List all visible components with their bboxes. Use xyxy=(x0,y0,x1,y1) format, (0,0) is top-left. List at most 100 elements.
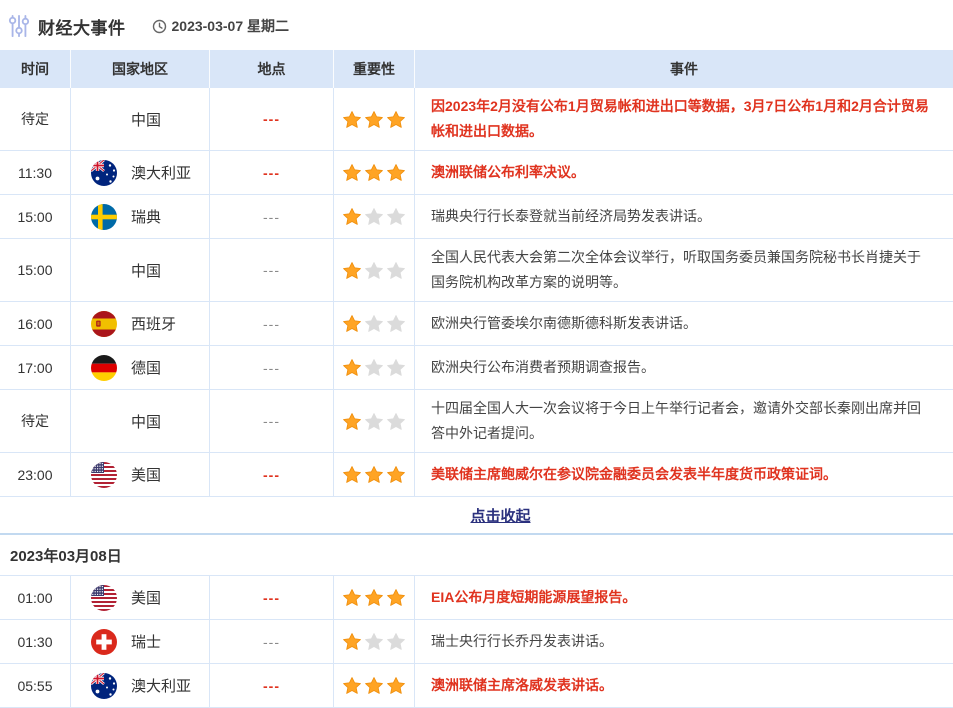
event-country: 中国 xyxy=(71,239,210,301)
event-description: 全国人民代表大会第二次全体会议举行，听取国务委员兼国务院秘书长肖捷关于国务院机构… xyxy=(415,239,953,301)
event-location: --- xyxy=(210,346,334,389)
star-filled-icon xyxy=(343,262,361,279)
event-row: 05:55 澳大利亚 --- 澳洲联储主席洛威发表讲话。 xyxy=(0,664,953,708)
event-time: 待定 xyxy=(0,88,71,150)
country-name: 美国 xyxy=(131,587,161,608)
event-time: 15:00 xyxy=(0,239,71,301)
event-row: 01:30 瑞士 --- 瑞士央行行长乔丹发表讲话。 xyxy=(0,620,953,664)
country-name: 瑞士 xyxy=(131,631,161,652)
event-location: --- xyxy=(210,239,334,301)
star-empty-icon xyxy=(387,315,405,332)
event-row: 16:00西班牙---欧洲央行管委埃尔南德斯德科斯发表讲话。 xyxy=(0,302,953,346)
section-date-title: 2023年03月08日 xyxy=(0,535,953,576)
star-filled-icon xyxy=(343,677,361,694)
event-time: 01:30 xyxy=(0,620,71,663)
event-row: 17:00 德国 --- 欧洲央行公布消费者预期调查报告。 xyxy=(0,346,953,390)
importance-stars xyxy=(334,576,415,619)
star-filled-icon xyxy=(387,164,405,181)
importance-stars xyxy=(334,620,415,663)
star-filled-icon xyxy=(387,589,405,606)
event-time: 17:00 xyxy=(0,346,71,389)
table-header: 时间 国家地区 地点 重要性 事件 xyxy=(0,50,953,88)
importance-stars xyxy=(334,151,415,194)
event-description: 瑞典央行行长泰登就当前经济局势发表讲话。 xyxy=(415,195,953,238)
star-empty-icon xyxy=(387,262,405,279)
event-time: 23:00 xyxy=(0,453,71,496)
star-filled-icon xyxy=(387,111,405,128)
collapse-link[interactable]: 点击收起 xyxy=(470,505,530,526)
country-name: 澳大利亚 xyxy=(131,675,191,696)
country-name: 中国 xyxy=(131,411,161,432)
event-row: 15:00 中国 --- 全国人民代表大会第二次全体会议举行，听取国务委员兼国务院秘书… xyxy=(0,239,953,302)
event-location: --- xyxy=(210,576,334,619)
flag-switzerland-icon xyxy=(91,629,117,655)
event-location: --- xyxy=(210,664,334,707)
event-description: 瑞士央行行长乔丹发表讲话。 xyxy=(415,620,953,663)
event-time: 16:00 xyxy=(0,302,71,345)
flag-australia-icon xyxy=(91,673,117,699)
event-time: 15:00 xyxy=(0,195,71,238)
events-day1: 待定中国 --- 因2023年2月没有公布1月贸易帐和进出口等数据，3月7日公布1月… xyxy=(0,88,953,497)
star-empty-icon xyxy=(387,359,405,376)
event-description: 欧洲央行公布消费者预期调查报告。 xyxy=(415,346,953,389)
star-filled-icon xyxy=(343,164,361,181)
star-empty-icon xyxy=(387,633,405,650)
country-name: 西班牙 xyxy=(131,313,176,334)
flag-spain-icon xyxy=(91,311,117,337)
star-empty-icon xyxy=(365,262,383,279)
star-filled-icon xyxy=(343,589,361,606)
star-filled-icon xyxy=(343,111,361,128)
country-name: 德国 xyxy=(131,357,161,378)
event-location: --- xyxy=(210,453,334,496)
flag-usa-icon xyxy=(91,585,117,611)
event-description: 美联储主席鲍威尔在参议院金融委员会发表半年度货币政策证词。 xyxy=(415,453,953,496)
event-location: --- xyxy=(210,620,334,663)
event-country: 中国 xyxy=(71,390,210,452)
importance-stars xyxy=(334,453,415,496)
star-empty-icon xyxy=(365,359,383,376)
event-description: 澳洲联储主席洛威发表讲话。 xyxy=(415,664,953,707)
event-country: 瑞典 xyxy=(71,195,210,238)
country-name: 瑞典 xyxy=(131,206,161,227)
star-filled-icon xyxy=(343,466,361,483)
star-filled-icon xyxy=(343,633,361,650)
col-header-event: 事件 xyxy=(415,50,953,88)
star-filled-icon xyxy=(365,111,383,128)
event-country: 德国 xyxy=(71,346,210,389)
event-row: 11:30澳大利亚---澳洲联储公布利率决议。 xyxy=(0,151,953,195)
event-row: 23:00美国---美联储主席鲍威尔在参议院金融委员会发表半年度货币政策证词。 xyxy=(0,453,953,497)
flag-sweden-icon xyxy=(91,204,117,230)
event-row: 待定中国---十四届全国人大一次会议将于今日上午举行记者会，邀请外交部长秦刚出席… xyxy=(0,390,953,453)
flag-australia-icon xyxy=(91,160,117,186)
star-filled-icon xyxy=(343,359,361,376)
event-location: --- xyxy=(210,390,334,452)
event-country: 澳大利亚 xyxy=(71,664,210,707)
star-filled-icon xyxy=(343,413,361,430)
star-empty-icon xyxy=(365,413,383,430)
country-name: 中国 xyxy=(131,260,161,281)
star-empty-icon xyxy=(387,208,405,225)
event-description: 因2023年2月没有公布1月贸易帐和进出口等数据，3月7日公布1月和2月合计贸易… xyxy=(415,88,953,150)
event-location: --- xyxy=(210,195,334,238)
event-location: --- xyxy=(210,151,334,194)
importance-stars xyxy=(334,195,415,238)
star-filled-icon xyxy=(365,164,383,181)
importance-stars xyxy=(334,88,415,150)
event-time: 05:55 xyxy=(0,664,71,707)
importance-stars xyxy=(334,346,415,389)
events-day2: 01:00美国---EIA公布月度短期能源展望报告。01:30瑞士---瑞士央行… xyxy=(0,576,953,708)
event-time: 11:30 xyxy=(0,151,71,194)
star-filled-icon xyxy=(387,466,405,483)
page-header: 财经大事件 2023-03-07 星期二 xyxy=(0,0,953,50)
event-row: 01:00美国---EIA公布月度短期能源展望报告。 xyxy=(0,576,953,620)
sliders-icon xyxy=(8,13,30,39)
event-location: --- xyxy=(210,88,334,150)
date-label: 2023-03-07 星期二 xyxy=(172,16,290,36)
collapse-row: 点击收起 xyxy=(0,497,953,535)
importance-stars xyxy=(334,664,415,707)
event-time: 01:00 xyxy=(0,576,71,619)
star-filled-icon xyxy=(387,677,405,694)
col-header-location: 地点 xyxy=(210,50,334,88)
star-empty-icon xyxy=(365,208,383,225)
flag-usa-icon xyxy=(91,462,117,488)
